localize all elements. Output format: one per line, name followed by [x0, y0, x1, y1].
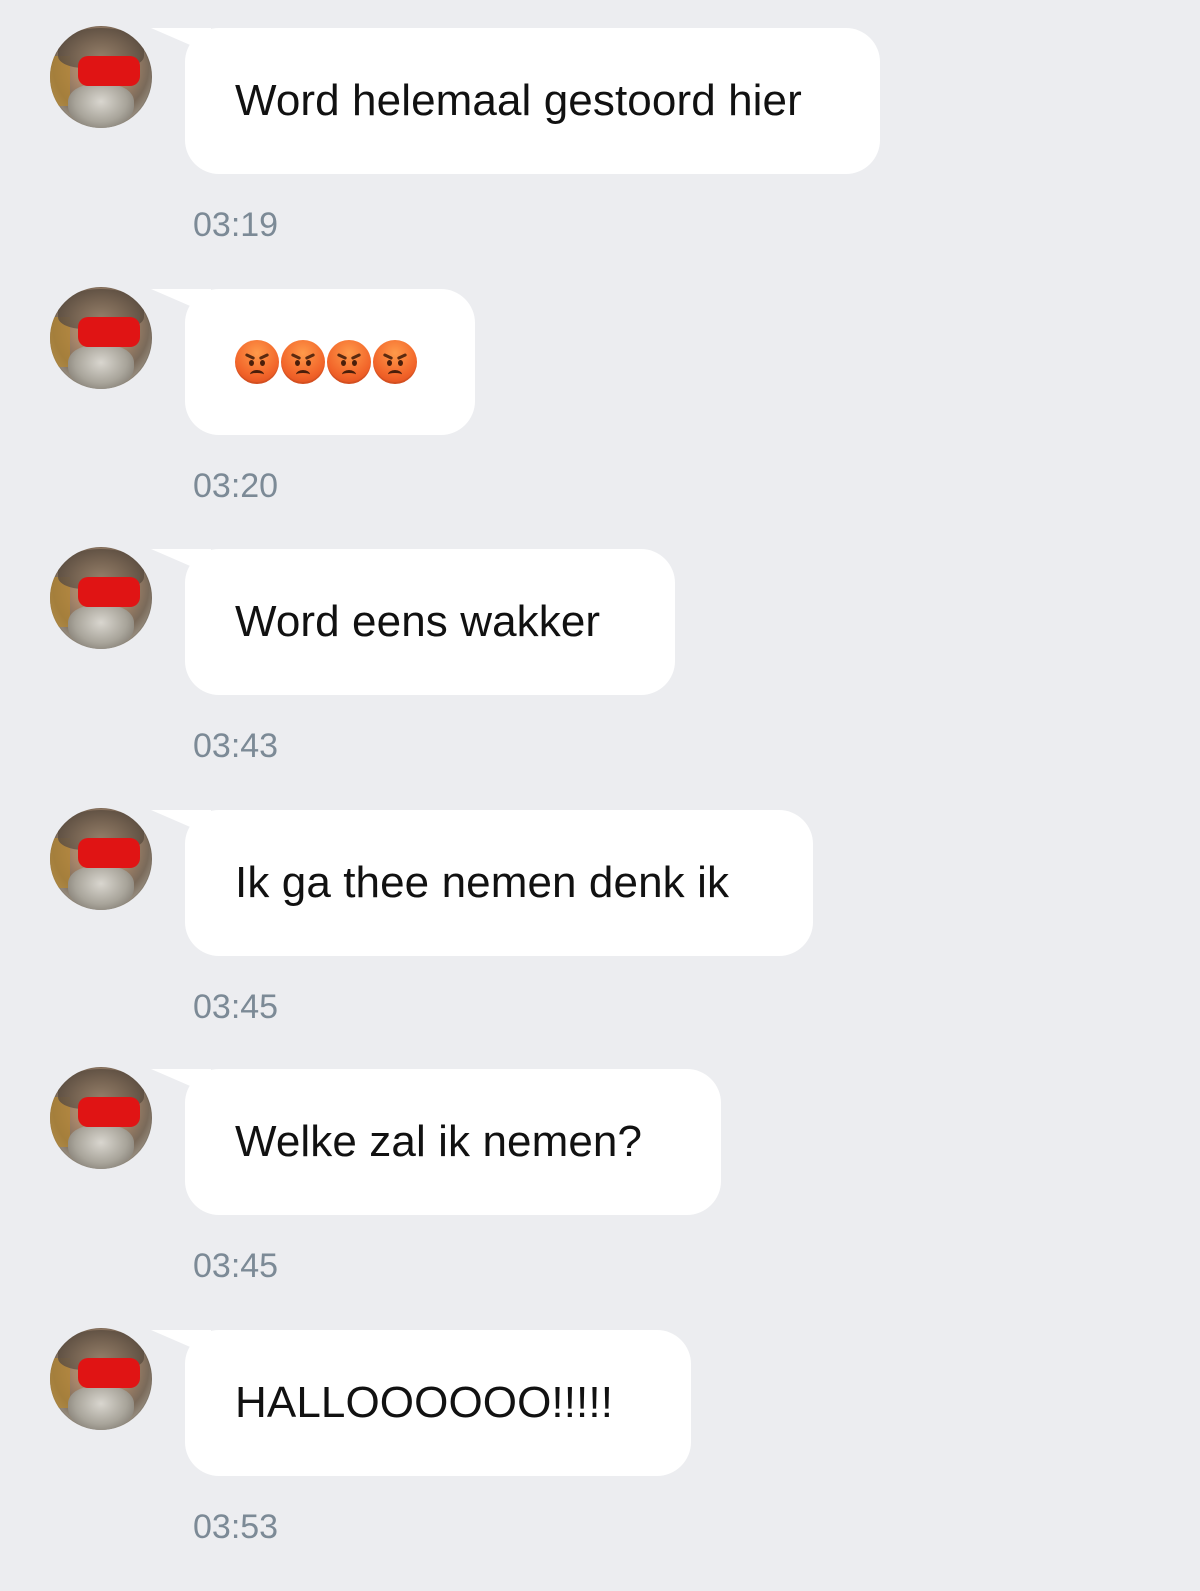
avatar-beard — [68, 866, 134, 910]
message-timestamp: 03:19 — [193, 206, 279, 244]
message-bubble[interactable]: Ik ga thee nemen denk ik — [185, 810, 813, 956]
censor-bar — [78, 56, 140, 86]
message-timestamp: 03:53 — [193, 1508, 279, 1546]
message-timestamp: 03:45 — [193, 1247, 279, 1285]
message-row: Welke zal ik nemen? 03:45 — [0, 1041, 1200, 1301]
censor-bar — [78, 1358, 140, 1388]
avatar-beard — [68, 84, 134, 128]
message-row: 03:20 — [0, 261, 1200, 521]
avatar-beard — [68, 605, 134, 649]
message-bubble[interactable] — [185, 289, 475, 435]
message-text: HALLOOOOOO!!!!! — [235, 1378, 614, 1427]
message-row: Word eens wakker 03:43 — [0, 521, 1200, 781]
avatar-beard — [68, 345, 134, 389]
message-text: Word eens wakker — [235, 597, 601, 646]
avatar-beard — [68, 1125, 134, 1169]
message-text: Word helemaal gestoord hier — [235, 76, 802, 125]
avatar[interactable] — [50, 1067, 152, 1169]
avatar[interactable] — [50, 547, 152, 649]
message-bubble[interactable]: Welke zal ik nemen? — [185, 1069, 721, 1215]
message-timestamp: 03:20 — [193, 467, 279, 505]
angry-face-icon — [327, 340, 371, 384]
message-row: Word helemaal gestoord hier 03:19 — [0, 0, 1200, 260]
avatar-beard — [68, 1386, 134, 1430]
avatar[interactable] — [50, 26, 152, 128]
message-row: HALLOOOOOO!!!!! 03:53 — [0, 1302, 1200, 1562]
message-thread: Word helemaal gestoord hier 03:19 03:20 — [0, 0, 1200, 1591]
angry-face-icon — [373, 340, 417, 384]
message-bubble[interactable]: Word helemaal gestoord hier — [185, 28, 880, 174]
avatar[interactable] — [50, 287, 152, 389]
message-bubble[interactable]: HALLOOOOOO!!!!! — [185, 1330, 691, 1476]
message-timestamp: 03:45 — [193, 988, 279, 1026]
avatar[interactable] — [50, 1328, 152, 1430]
message-text: Welke zal ik nemen? — [235, 1117, 643, 1166]
avatar[interactable] — [50, 808, 152, 910]
angry-face-icon — [235, 340, 279, 384]
censor-bar — [78, 838, 140, 868]
message-bubble[interactable]: Word eens wakker — [185, 549, 675, 695]
censor-bar — [78, 317, 140, 347]
emoji-row — [235, 340, 417, 384]
message-row: Ik ga thee nemen denk ik 03:45 — [0, 782, 1200, 1042]
angry-face-icon — [281, 340, 325, 384]
message-timestamp: 03:43 — [193, 727, 279, 765]
message-text: Ik ga thee nemen denk ik — [235, 858, 730, 907]
censor-bar — [78, 1097, 140, 1127]
censor-bar — [78, 577, 140, 607]
